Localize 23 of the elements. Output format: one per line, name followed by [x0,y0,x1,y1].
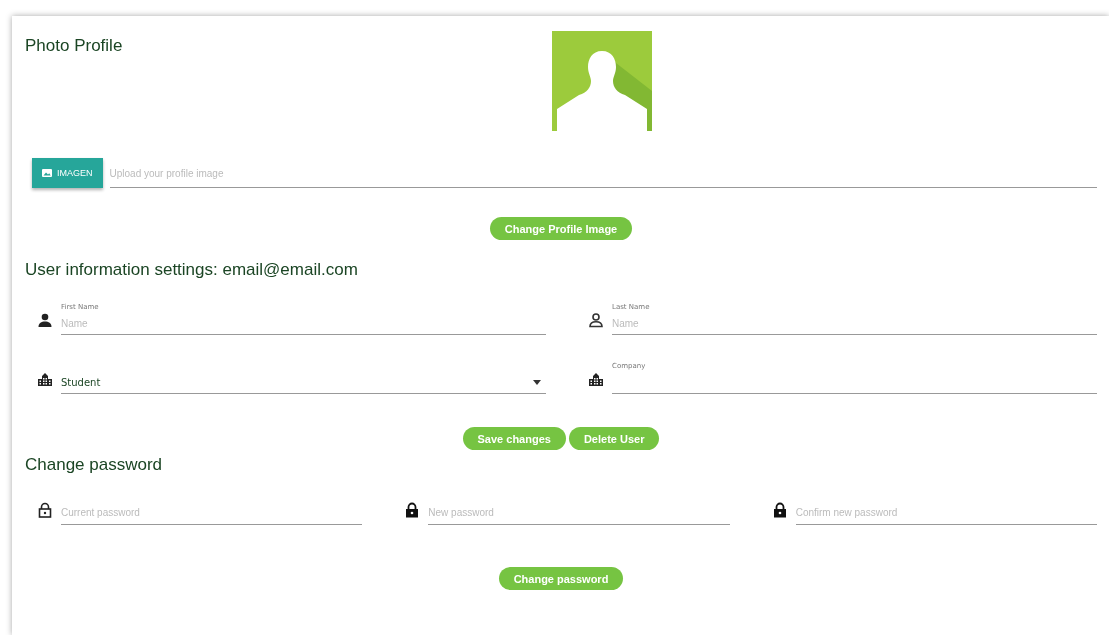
input-field[interactable]: Name [61,312,546,334]
password-field[interactable]: Confirm new password [795,500,1097,524]
person-icon [588,312,604,328]
section-title: Photo Profile [25,36,124,57]
delete-button[interactable]: Delete User [568,427,660,450]
image-icon [42,169,52,177]
input-field[interactable]: Name [612,312,1097,334]
change-image-button[interactable]: Change Profile Image [489,217,633,240]
password-field[interactable]: New password [428,500,730,524]
person-icon [37,312,53,328]
caret-icon [533,380,541,385]
lock-icon [771,502,788,518]
password-field[interactable]: Current password [61,500,363,524]
upload-button[interactable]: IMAGEN [32,158,103,188]
select-field[interactable]: Student [61,362,546,394]
building-icon [37,371,53,387]
section-title: Change password [25,455,164,475]
change-password-button[interactable]: Change password [498,567,624,590]
lock-icon [404,502,421,518]
building-icon [588,371,604,387]
save-button[interactable]: Save changes [462,427,566,450]
section-title: User information settings: email@email.com [25,260,359,280]
lock-icon [37,502,53,518]
